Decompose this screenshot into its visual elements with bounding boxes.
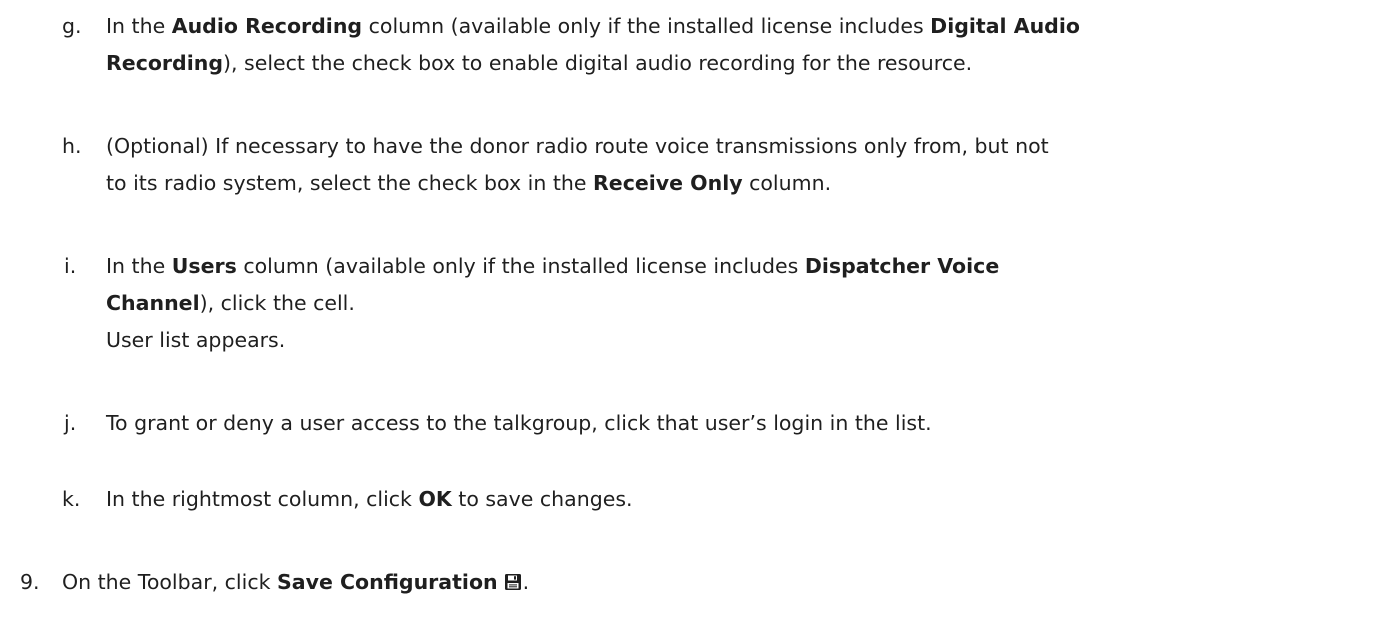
text-line: In the Users column (available only if t… <box>106 254 1000 278</box>
substep-marker: g. <box>62 14 82 38</box>
ui-term-receive-only: Receive Only <box>593 171 743 195</box>
substep-marker: k. <box>62 487 81 511</box>
text-line: To grant or deny a user access to the ta… <box>106 411 932 435</box>
substep-text: To grant or deny a user access to the ta… <box>106 405 932 442</box>
text-line: to its radio system, select the check bo… <box>106 171 832 195</box>
text-line: In the rightmost column, click OK to sav… <box>106 487 633 511</box>
license-term-dispatcher-voice: Dispatcher Voice <box>804 254 1000 278</box>
ui-term-audio-recording: Audio Recording <box>171 14 363 38</box>
substep-text: In the Users column (available only if t… <box>106 248 999 359</box>
step-marker: 9. <box>20 570 40 594</box>
substep-text: (Optional) If necessary to have the dono… <box>106 128 1049 202</box>
ui-term-ok: OK <box>418 487 452 511</box>
save-icon <box>504 566 522 603</box>
substep-marker: h. <box>62 134 82 158</box>
text-line: On the Toolbar, click Save Configuration… <box>62 564 529 603</box>
substep-marker: i. <box>64 254 77 278</box>
license-term-digital-audio: Digital Audio <box>930 14 1080 38</box>
license-term-recording: Recording <box>106 51 224 75</box>
text-line: (Optional) If necessary to have the dono… <box>106 134 1049 158</box>
substep-text: In the rightmost column, click OK to sav… <box>106 481 633 518</box>
text-line: Channel), click the cell. <box>106 291 355 315</box>
substep-marker: j. <box>64 411 77 435</box>
procedure-document: g. In the Audio Recording column (availa… <box>0 0 1391 631</box>
license-term-channel: Channel <box>106 291 200 315</box>
text-line: In the Audio Recording column (available… <box>106 14 1080 38</box>
substep-text: In the Audio Recording column (available… <box>106 8 1080 82</box>
ui-term-save-configuration: Save Configuration <box>276 570 498 594</box>
ui-term-users: Users <box>171 254 237 278</box>
result-line: User list appears. <box>106 328 286 352</box>
text-line: Recording), select the check box to enab… <box>106 51 973 75</box>
step-text: On the Toolbar, click Save Configuration… <box>62 564 529 603</box>
